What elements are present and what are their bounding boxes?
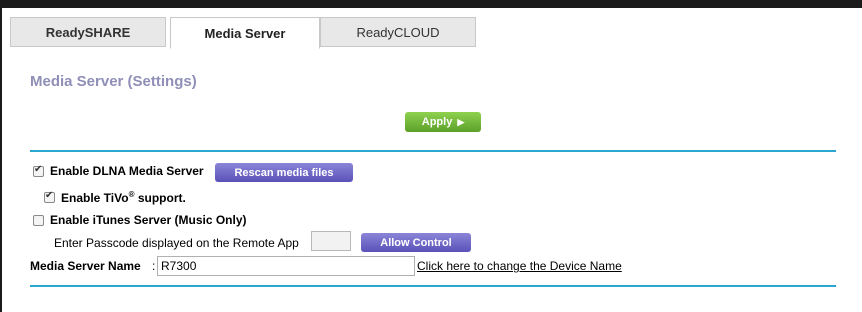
section-divider-top [30, 150, 836, 152]
tivo-label: Enable TiVo® support. [61, 190, 186, 205]
tab-media-server[interactable]: Media Server [170, 17, 320, 49]
tivo-row: Enable TiVo® support. [44, 190, 186, 205]
tivo-label-text: Enable TiVo [61, 191, 129, 205]
dlna-row: Enable DLNA Media Server [33, 164, 204, 178]
passcode-label: Enter Passcode displayed on the Remote A… [54, 236, 299, 250]
window-left-border [0, 8, 2, 312]
tab-readyshare[interactable]: ReadySHARE [10, 17, 166, 47]
passcode-row: Enter Passcode displayed on the Remote A… [54, 236, 299, 250]
media-server-name-input[interactable] [157, 256, 415, 276]
dlna-label: Enable DLNA Media Server [50, 164, 204, 178]
media-server-name-colon: : [152, 259, 156, 273]
tab-bar: ReadySHARE ReadyCLOUD Media Server [10, 17, 476, 49]
itunes-label: Enable iTunes Server (Music Only) [50, 213, 247, 227]
play-arrow-icon: ▶ [457, 116, 465, 127]
rescan-media-button[interactable]: Rescan media files [215, 163, 353, 182]
allow-control-button[interactable]: Allow Control [361, 233, 471, 252]
itunes-checkbox[interactable] [33, 214, 44, 226]
media-server-name-label: Media Server Name [30, 259, 141, 273]
apply-button[interactable]: Apply ▶ [405, 112, 481, 132]
page-title: Media Server (Settings) [30, 73, 197, 90]
dlna-checkbox[interactable] [33, 164, 44, 177]
section-divider-bottom [30, 285, 836, 287]
tab-readycloud[interactable]: ReadyCLOUD [320, 17, 476, 47]
change-device-name-link[interactable]: Click here to change the Device Name [417, 259, 622, 273]
tivo-label-suffix: support. [134, 191, 186, 205]
itunes-row: Enable iTunes Server (Music Only) [33, 213, 247, 227]
tivo-checkbox[interactable] [44, 190, 55, 203]
window-top-border [0, 0, 862, 8]
apply-button-label: Apply [421, 116, 453, 128]
passcode-input[interactable] [311, 231, 351, 251]
